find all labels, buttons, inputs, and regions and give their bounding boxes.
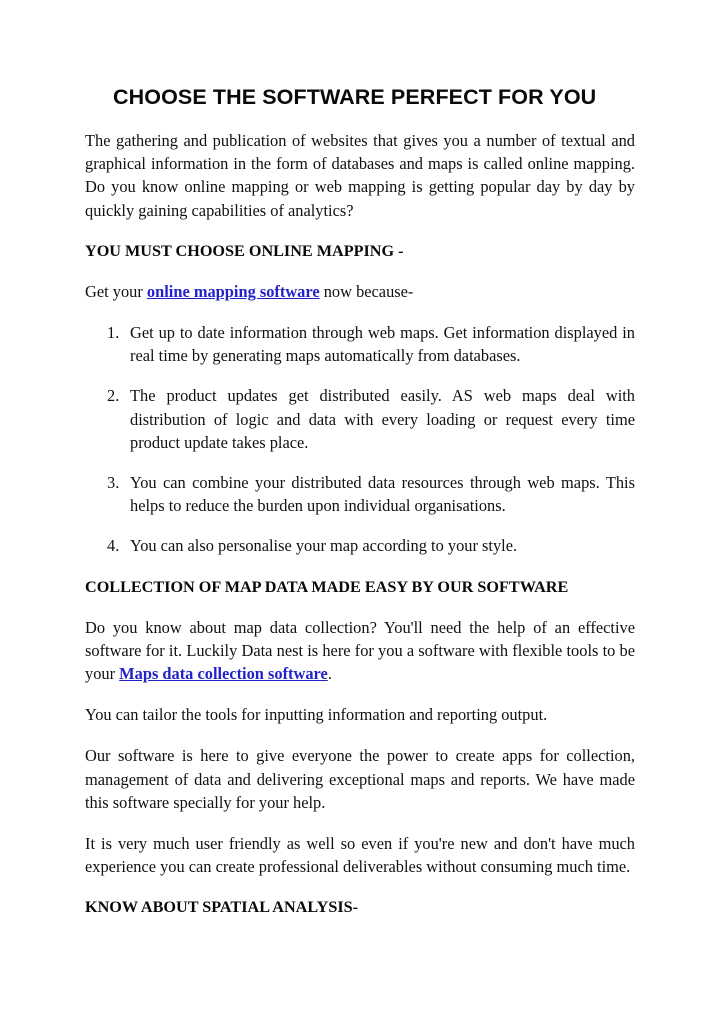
benefits-list-block: Get up to date information through web m…: [85, 321, 635, 558]
list-item: Get up to date information through web m…: [107, 321, 635, 366]
document-page: CHOOSE THE SOFTWARE PERFECT FOR YOU The …: [0, 0, 720, 1017]
lead-in-text-before: Get your: [85, 281, 147, 301]
lead-in-text-after: now because-: [319, 281, 414, 301]
collection-paragraph: Do you know about map data collection? Y…: [85, 616, 635, 686]
list-item: You can also personalise your map accord…: [107, 534, 518, 557]
list-item: You can combine your distributed data re…: [107, 471, 635, 516]
page-title: CHOOSE THE SOFTWARE PERFECT FOR YOU: [113, 85, 597, 109]
power-paragraph: Our software is here to give everyone th…: [85, 746, 635, 812]
friendly-paragraph: It is very much user friendly as well so…: [85, 834, 635, 877]
list-item: The product updates get distributed easi…: [107, 384, 635, 452]
lead-in-paragraph: Get your online mapping software now bec…: [85, 280, 635, 303]
collection-text-after: .: [327, 664, 332, 684]
section-heading-spatial-analysis: KNOW ABOUT SPATIAL ANALYSIS-: [85, 898, 359, 917]
section-heading-collection: COLLECTION OF MAP DATA MADE EASY BY OUR …: [85, 577, 569, 596]
online-mapping-software-link[interactable]: online mapping software: [147, 282, 320, 301]
document-content: CHOOSE THE SOFTWARE PERFECT FOR YOU The …: [85, 84, 635, 936]
benefits-list: Get up to date information through web m…: [85, 321, 635, 558]
tailor-paragraph: You can tailor the tools for inputting i…: [85, 705, 548, 725]
section-heading-online-mapping: YOU MUST CHOOSE ONLINE MAPPING -: [85, 241, 404, 260]
intro-paragraph: The gathering and publication of website…: [85, 131, 635, 220]
maps-data-collection-software-link[interactable]: Maps data collection software: [119, 664, 328, 683]
